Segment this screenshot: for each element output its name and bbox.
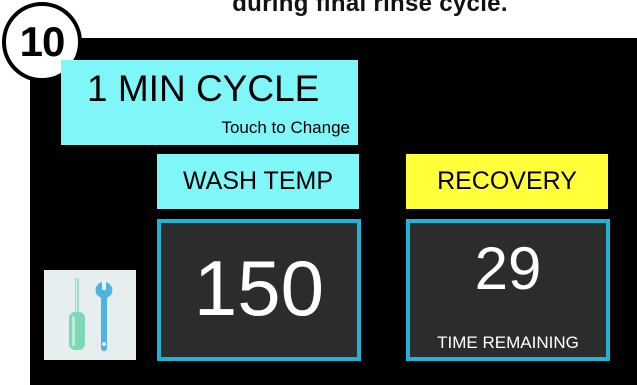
recovery-time-value: 29 xyxy=(474,235,542,302)
screwdriver-wrench-icon xyxy=(69,278,113,351)
recovery-display: 29 TIME REMAINING xyxy=(406,219,610,361)
time-remaining-label: TIME REMAINING xyxy=(437,333,579,352)
wash-temp-label: WASH TEMP xyxy=(157,154,359,209)
wash-temp-display: 150 xyxy=(157,219,361,361)
cycle-select-button[interactable]: 1 MIN CYCLE Touch to Change xyxy=(61,60,358,145)
maintenance-tools-button[interactable] xyxy=(44,270,136,360)
instruction-caption: during final rinse cycle. xyxy=(232,0,508,17)
recovery-label: RECOVERY xyxy=(406,154,608,209)
cycle-subtitle: Touch to Change xyxy=(221,118,350,137)
cycle-title: 1 MIN CYCLE xyxy=(87,68,320,109)
wash-temp-value: 150 xyxy=(193,244,325,332)
